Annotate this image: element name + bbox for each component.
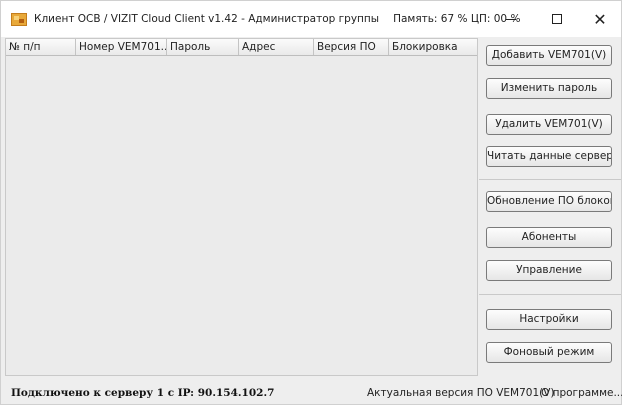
column-header-firmware-version[interactable]: Версия ПО: [314, 39, 389, 55]
close-button[interactable]: ✕: [577, 1, 622, 37]
column-header-lock[interactable]: Блокировка: [389, 39, 477, 55]
app-icon: [11, 12, 27, 26]
devices-table[interactable]: № п/п Номер VEM701... Пароль Адрес Верси…: [5, 38, 478, 376]
title-bar[interactable]: Клиент ОСВ / VIZIT Cloud Client v1.42 - …: [1, 1, 621, 37]
maximize-button[interactable]: [534, 1, 580, 37]
status-bar: Подключено к серверу 1 с IP: 90.154.102.…: [1, 384, 622, 404]
control-button[interactable]: Управление: [486, 260, 612, 281]
app-window: Клиент ОСВ / VIZIT Cloud Client v1.42 - …: [0, 0, 622, 405]
close-icon: ✕: [593, 9, 607, 29]
delete-vem701-button[interactable]: Удалить VEM701(V): [486, 114, 612, 135]
column-header-password[interactable]: Пароль: [167, 39, 239, 55]
window-title: Клиент ОСВ / VIZIT Cloud Client v1.42 - …: [34, 13, 380, 25]
subscribers-button[interactable]: Абоненты: [486, 227, 612, 248]
minimize-icon: [506, 18, 516, 20]
minimize-button[interactable]: [488, 1, 534, 37]
column-header-vem-number[interactable]: Номер VEM701...: [76, 39, 167, 55]
table-header: № п/п Номер VEM701... Пароль Адрес Верси…: [6, 39, 477, 56]
maximize-icon: [552, 14, 562, 24]
change-password-button[interactable]: Изменить пароль: [486, 78, 612, 99]
latest-version-link[interactable]: Актуальная версия ПО VEM701(V): [367, 387, 555, 399]
settings-button[interactable]: Настройки: [486, 309, 612, 330]
about-link[interactable]: О программе...: [541, 387, 622, 399]
add-vem701-button[interactable]: Добавить VEM701(V): [486, 45, 612, 66]
firmware-update-button[interactable]: Обновление ПО блоков: [486, 191, 612, 212]
column-header-number[interactable]: № п/п: [6, 39, 76, 55]
separator: [479, 294, 621, 295]
connection-status: Подключено к серверу 1 с IP: 90.154.102.…: [11, 387, 275, 399]
read-server-data-button[interactable]: Читать данные сервера: [486, 146, 612, 167]
background-mode-button[interactable]: Фоновый режим: [486, 342, 612, 363]
separator: [479, 179, 621, 180]
action-panel: Добавить VEM701(V) Изменить пароль Удали…: [479, 38, 621, 376]
column-header-address[interactable]: Адрес: [239, 39, 314, 55]
